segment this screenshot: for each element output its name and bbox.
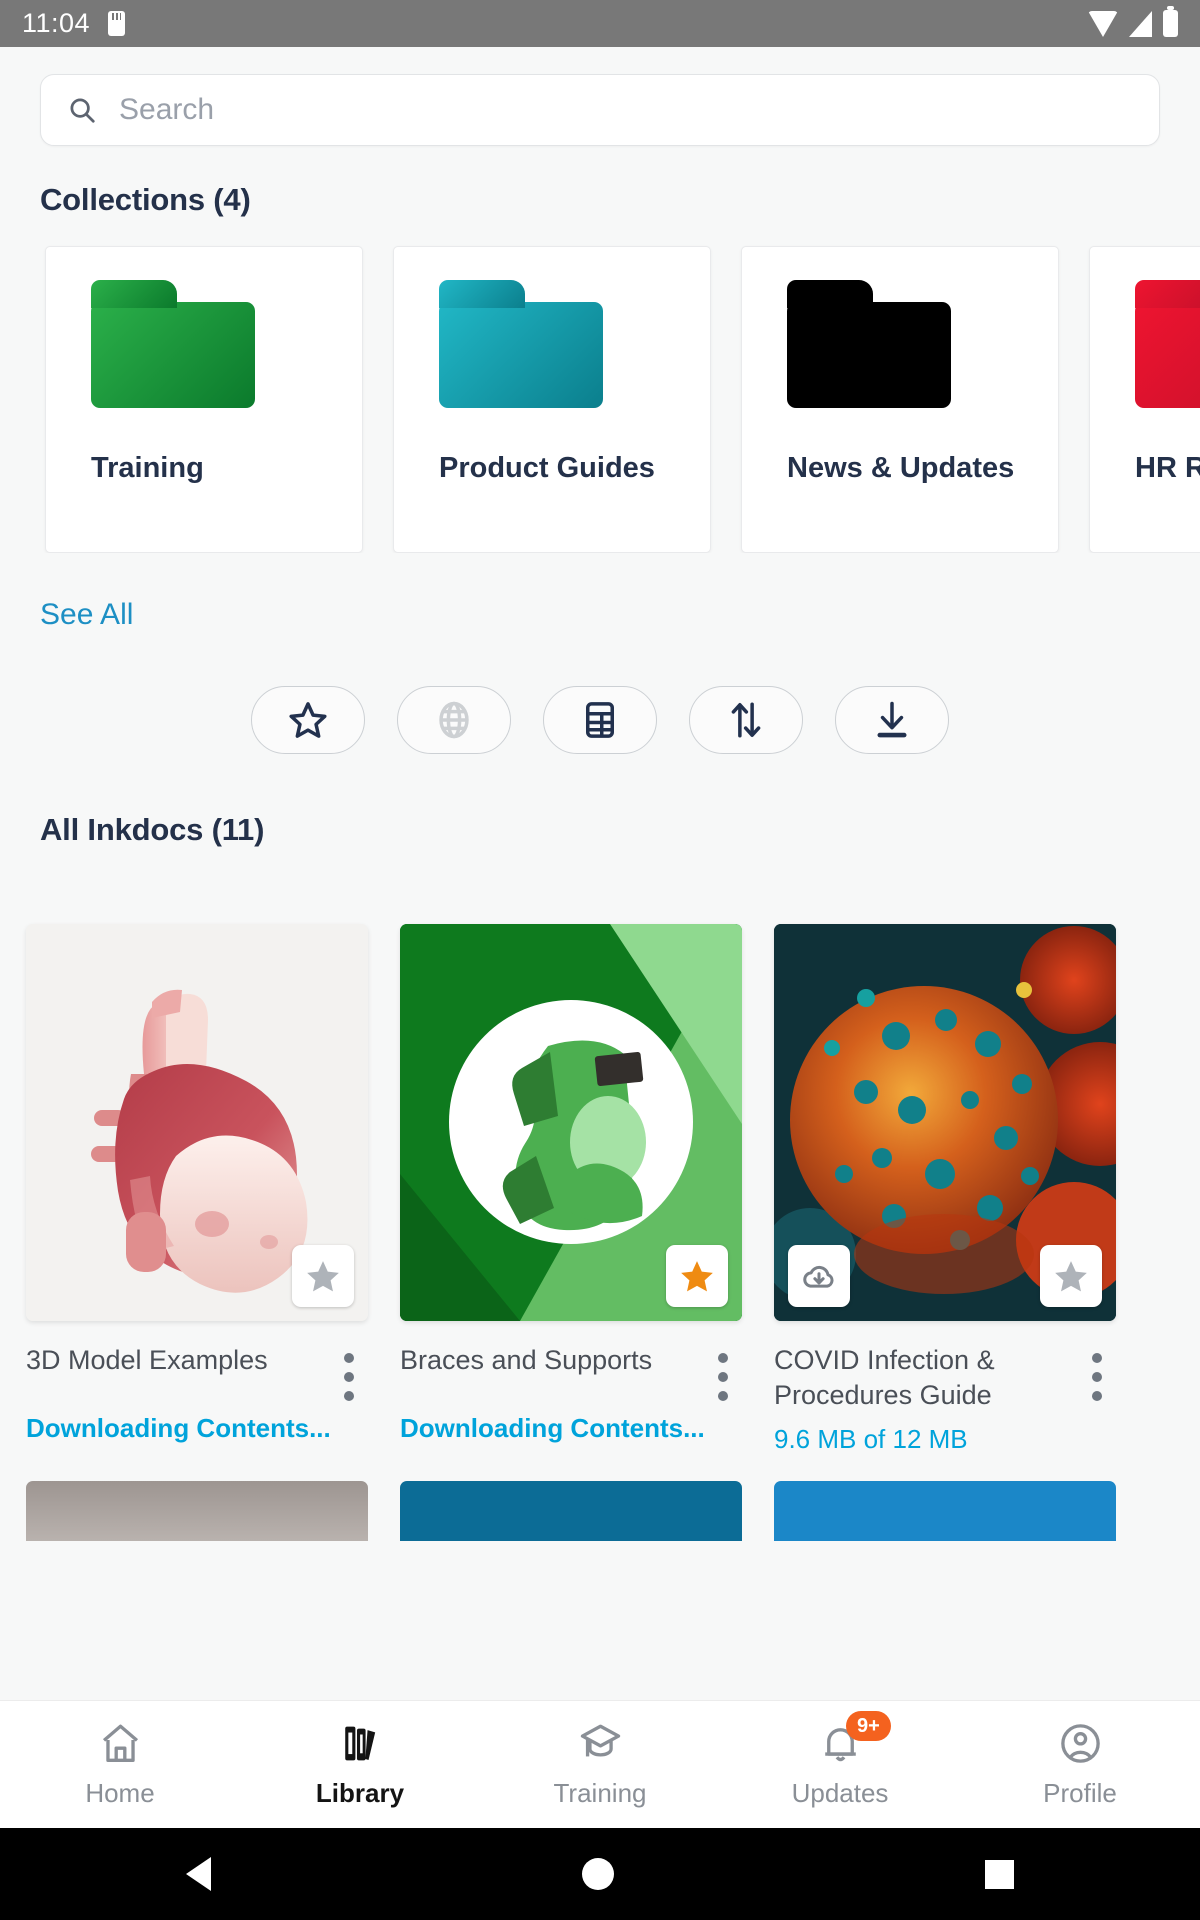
- collection-label: News & Updates: [787, 452, 1015, 484]
- document-menu-button[interactable]: [1078, 1343, 1116, 1412]
- document-card-covid-infection-procedures-guide[interactable]: COVID Infection & Procedures Guide 9.6 M…: [774, 924, 1116, 1455]
- document-thumbnail-partial[interactable]: [26, 1481, 368, 1542]
- nav-label: Home: [85, 1778, 155, 1808]
- search-input[interactable]: [119, 93, 1133, 127]
- status-bar-clock: 11:04: [22, 8, 91, 38]
- back-triangle-icon[interactable]: [185, 1857, 211, 1891]
- search-section: [0, 47, 1200, 146]
- document-thumbnail[interactable]: [400, 924, 742, 1321]
- download-icon: [877, 701, 907, 738]
- app-screen: 11:04 Collections (4) Training: [0, 0, 1200, 1920]
- document-thumbnail-partial[interactable]: [774, 1481, 1116, 1542]
- nav-item-training[interactable]: Training: [480, 1720, 720, 1809]
- home-icon: [102, 1724, 138, 1763]
- nav-label: Updates: [791, 1778, 889, 1808]
- document-status: Downloading Contents...: [400, 1413, 705, 1443]
- signal-icon: [1129, 10, 1152, 37]
- collection-label: HR Resources: [1135, 452, 1200, 484]
- collections-carousel[interactable]: Training Product Guides News & Updates H…: [0, 218, 1200, 553]
- nav-label: Library: [315, 1778, 405, 1808]
- cloud-download-icon: [803, 1265, 834, 1288]
- document-thumbnail[interactable]: [26, 924, 368, 1321]
- nav-item-profile[interactable]: Profile: [960, 1720, 1200, 1809]
- search-icon: [70, 98, 95, 123]
- document-title: COVID Infection & Procedures Guide: [774, 1345, 995, 1410]
- status-bar-icons: [1088, 6, 1178, 37]
- favorites-filter-chip[interactable]: [251, 686, 365, 754]
- folder-icon: [1135, 280, 1200, 408]
- user-circle-icon: [1060, 1724, 1100, 1763]
- nav-item-updates[interactable]: 9+ Updates: [720, 1711, 960, 1809]
- android-system-navigation: [0, 1828, 1200, 1920]
- collection-label: Product Guides: [439, 452, 655, 484]
- collection-card-training[interactable]: Training: [45, 246, 363, 553]
- books-icon: [344, 1726, 375, 1761]
- document-meta: 3D Model Examples: [26, 1321, 368, 1401]
- star-filled-orange-icon: [681, 1261, 713, 1292]
- table-icon: [586, 702, 614, 738]
- folder-icon: [787, 280, 951, 408]
- star-outline-icon: [289, 702, 327, 738]
- document-meta: COVID Infection & Procedures Guide: [774, 1321, 1116, 1412]
- sort-arrows-icon: [731, 702, 761, 738]
- graduation-cap-icon: [580, 1724, 620, 1757]
- battery-icon: [1163, 6, 1178, 37]
- collection-card-product-guides[interactable]: Product Guides: [393, 246, 711, 553]
- documents-grid-next-row: [0, 1455, 1200, 1542]
- star-filled-grey-icon: [307, 1261, 339, 1292]
- document-menu-button[interactable]: [330, 1343, 368, 1401]
- library-heading: All Inkdocs (11): [40, 812, 265, 847]
- collections-heading: Collections (4): [40, 182, 251, 217]
- table-view-filter-chip[interactable]: [543, 686, 657, 754]
- document-title: Braces and Supports: [400, 1345, 653, 1375]
- nav-item-library[interactable]: Library: [240, 1720, 480, 1809]
- collection-card-news-updates[interactable]: News & Updates: [741, 246, 1059, 553]
- star-filled-grey-icon: [1055, 1261, 1087, 1292]
- nav-label: Training: [553, 1778, 647, 1808]
- status-bar: 11:04: [0, 0, 1200, 47]
- document-title: 3D Model Examples: [26, 1345, 268, 1375]
- wifi-icon: [1088, 10, 1118, 37]
- documents-grid: 3D Model Examples Downloading Contents..…: [0, 848, 1200, 1455]
- document-card-braces-and-supports[interactable]: Braces and Supports Downloading Contents…: [400, 924, 742, 1455]
- folder-icon: [91, 280, 255, 408]
- document-meta: Braces and Supports: [400, 1321, 742, 1401]
- see-all-link[interactable]: See All: [0, 553, 133, 632]
- globe-icon: [439, 701, 469, 739]
- recents-square-icon[interactable]: [985, 1859, 1015, 1889]
- sort-filter-chip[interactable]: [689, 686, 803, 754]
- sd-card-icon: [108, 11, 126, 36]
- document-status: Downloading Contents...: [26, 1413, 331, 1443]
- document-thumbnail[interactable]: [774, 924, 1116, 1321]
- document-status: 9.6 MB of 12 MB: [774, 1424, 968, 1455]
- favorite-badge[interactable]: [666, 1245, 728, 1307]
- cloud-download-badge[interactable]: [788, 1245, 850, 1307]
- document-menu-button[interactable]: [704, 1343, 742, 1401]
- nav-item-home[interactable]: Home: [0, 1720, 240, 1809]
- scroll-content: Collections (4) Training Product Guides …: [0, 47, 1200, 1542]
- folder-icon: [439, 280, 603, 408]
- document-card-3d-model-examples[interactable]: 3D Model Examples Downloading Contents..…: [26, 924, 368, 1455]
- bottom-navigation: Home Library Training 9+ Updates Profile: [0, 1700, 1200, 1828]
- favorite-badge[interactable]: [292, 1245, 354, 1307]
- downloads-filter-chip[interactable]: [835, 686, 949, 754]
- favorite-badge[interactable]: [1040, 1245, 1102, 1307]
- filter-chip-row: [0, 632, 1200, 754]
- collection-card-hr-resources[interactable]: HR Resources: [1089, 246, 1200, 553]
- global-filter-chip[interactable]: [397, 686, 511, 754]
- document-thumbnail-partial[interactable]: [400, 1481, 742, 1542]
- collection-label: Training: [91, 452, 204, 484]
- updates-badge: 9+: [846, 1711, 891, 1741]
- search-bar[interactable]: [40, 74, 1160, 146]
- nav-label: Profile: [1043, 1778, 1117, 1808]
- home-circle-icon[interactable]: [581, 1858, 614, 1890]
